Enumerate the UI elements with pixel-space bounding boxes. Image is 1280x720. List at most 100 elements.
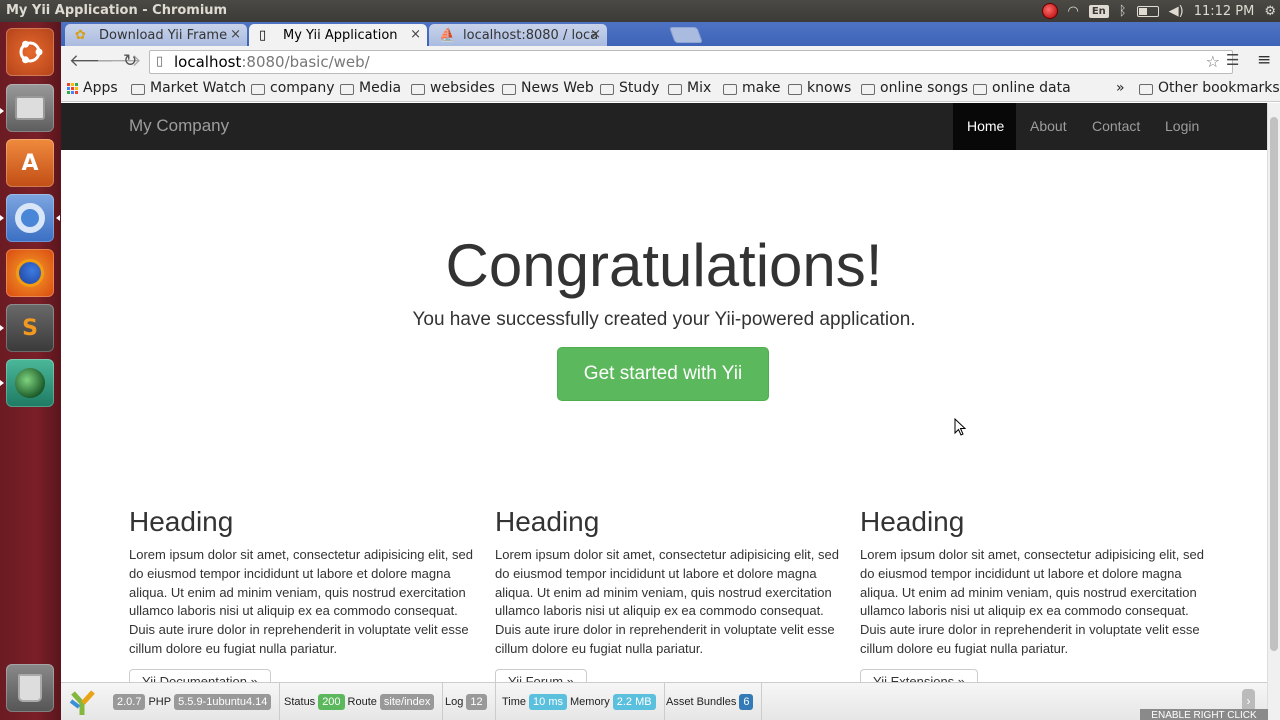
ubuntu-dash-icon[interactable] — [6, 28, 54, 76]
record-indicator-icon[interactable] — [1041, 3, 1058, 19]
content-column: Heading Lorem ipsum dolor sit amet, cons… — [495, 506, 840, 704]
folder-icon — [251, 83, 265, 95]
folder-icon — [411, 83, 425, 95]
memory-label: Memory — [570, 696, 610, 708]
trash-icon[interactable] — [6, 664, 54, 712]
bookmark-apps[interactable]: Apps — [67, 80, 118, 96]
content-column: Heading Lorem ipsum dolor sit amet, cons… — [860, 506, 1205, 704]
yii-favicon-icon: ✿ — [75, 28, 86, 43]
keyboard-layout-indicator[interactable]: En — [1088, 4, 1109, 18]
tab-title: My Yii Application — [283, 27, 398, 43]
debug-version-block[interactable]: 2.0.7 PHP 5.5.9-1ubuntu4.14 — [105, 683, 281, 720]
close-tab-icon[interactable]: × — [590, 27, 601, 42]
extension-icon[interactable]: ☰ — [1226, 51, 1239, 69]
bluetooth-icon[interactable]: ᛒ — [1119, 4, 1127, 19]
nav-about[interactable]: About — [1016, 103, 1081, 150]
bookmark-label: Study — [619, 80, 660, 96]
route-badge: site/index — [379, 694, 435, 710]
time-label: Time — [502, 696, 527, 708]
tab-localhost-phpmyadmin[interactable]: ⛵ localhost:8080 / loca × — [429, 24, 607, 46]
nav-contact[interactable]: Contact — [1078, 103, 1154, 150]
bookmark-folder[interactable]: Market Watch — [131, 80, 246, 96]
other-bookmarks[interactable]: Other bookmarks — [1139, 80, 1280, 96]
column-body: Lorem ipsum dolor sit amet, consectetur … — [129, 547, 473, 656]
firefox-icon[interactable] — [6, 249, 54, 297]
system-tray: ◠ En ᛒ ◀) 11:12 PM ⚙ — [1041, 0, 1276, 22]
yii-logo-icon[interactable] — [69, 689, 97, 717]
bookmark-folder[interactable]: make — [723, 80, 780, 96]
launcher: A S — [0, 22, 61, 720]
running-indicator — [0, 108, 4, 114]
close-tab-icon[interactable]: × — [230, 27, 241, 42]
php-label: PHP — [148, 696, 172, 708]
log-badge: 12 — [466, 694, 487, 710]
column-body: Lorem ipsum dolor sit amet, consectetur … — [495, 547, 839, 656]
folder-icon — [861, 83, 875, 95]
page-favicon-icon: ▯ — [259, 28, 267, 43]
yii-debug-toolbar: 2.0.7 PHP 5.5.9-1ubuntu4.14 Status 200 R… — [61, 682, 1267, 720]
time-badge: 10 ms — [529, 694, 568, 710]
bookmarks-overflow-button[interactable]: » — [1116, 80, 1125, 96]
site-brand[interactable]: My Company — [129, 116, 229, 136]
tab-strip: ✿ Download Yii Frame × ▯ My Yii Applicat… — [61, 22, 1280, 46]
clock[interactable]: 11:12 PM — [1194, 4, 1255, 19]
system-app-icon[interactable] — [6, 359, 54, 407]
bookmark-label: Mix — [687, 80, 712, 96]
tab-title: localhost:8080 / loca — [463, 27, 599, 43]
bookmark-label: Apps — [83, 80, 118, 96]
enable-right-click-overlay[interactable]: ENABLE RIGHT CLICK — [1140, 709, 1268, 720]
bookmark-label: Media — [359, 80, 402, 96]
nav-login[interactable]: Login — [1151, 103, 1213, 150]
folder-icon — [973, 83, 987, 95]
active-indicator — [56, 215, 60, 221]
close-tab-icon[interactable]: × — [410, 27, 421, 42]
column-heading: Heading — [129, 506, 234, 537]
address-bar[interactable]: ▯ localhost:8080/basic/web/ ☆ — [149, 50, 1233, 74]
wifi-icon[interactable]: ◠ — [1068, 4, 1079, 19]
page-scrollbar[interactable] — [1267, 103, 1280, 720]
bookmark-folder[interactable]: News Web — [502, 80, 594, 96]
bookmark-folder[interactable]: knows — [788, 80, 851, 96]
scrollbar-thumb[interactable] — [1270, 117, 1278, 651]
bookmark-folder[interactable]: Study — [600, 80, 659, 96]
column-heading: Heading — [495, 506, 600, 537]
screen: My Yii Application - Chromium ◠ En ᛒ ◀) … — [0, 0, 1280, 720]
bookmark-folder[interactable]: Mix — [668, 80, 711, 96]
hero-lead: You have successfully created your Yii-p… — [412, 309, 916, 330]
files-icon[interactable] — [6, 84, 54, 132]
bookmark-folder[interactable]: online songs — [861, 80, 968, 96]
running-indicator — [0, 325, 4, 331]
nav-home[interactable]: Home — [953, 103, 1016, 150]
gear-icon[interactable]: ⚙ — [1264, 4, 1276, 19]
debug-log-block[interactable]: Log 12 — [437, 683, 496, 720]
debug-assets-block[interactable]: Asset Bundles 6 — [658, 683, 763, 720]
column-heading: Heading — [860, 506, 965, 537]
bookmark-label: company — [270, 80, 335, 96]
debug-profiling-block[interactable]: Time 10 ms Memory 2.2 MB — [494, 683, 665, 720]
bookmark-star-icon[interactable]: ☆ — [1206, 52, 1220, 71]
folder-icon — [502, 83, 516, 95]
bookmark-folder[interactable]: websides — [411, 80, 495, 96]
get-started-button[interactable]: Get started with Yii — [557, 347, 769, 401]
debug-request-block[interactable]: Status 200 Route site/index — [276, 683, 444, 720]
bookmark-label: News Web — [521, 80, 594, 96]
bookmark-folder[interactable]: company — [251, 80, 335, 96]
content-column: Heading Lorem ipsum dolor sit amet, cons… — [129, 506, 474, 704]
menu-icon[interactable]: ≡ — [1257, 50, 1271, 70]
bookmark-folder[interactable]: Media — [340, 80, 401, 96]
assets-label: Asset Bundles — [666, 696, 737, 708]
volume-icon[interactable]: ◀) — [1169, 4, 1184, 19]
sublime-text-icon[interactable]: S — [6, 304, 54, 352]
battery-icon[interactable] — [1136, 5, 1159, 17]
php-version-label: 5.5.9-1ubuntu4.14 — [174, 694, 272, 710]
column-body: Lorem ipsum dolor sit amet, consectetur … — [860, 547, 1204, 656]
tab-my-yii-application[interactable]: ▯ My Yii Application × — [249, 24, 427, 46]
software-center-icon[interactable]: A — [6, 139, 54, 187]
new-tab-button[interactable] — [669, 27, 703, 43]
reload-icon[interactable]: ↻ — [123, 51, 137, 71]
tab-download-yii[interactable]: ✿ Download Yii Frame × — [65, 24, 247, 46]
phpmyadmin-favicon-icon: ⛵ — [439, 28, 456, 43]
chromium-icon[interactable] — [6, 194, 54, 242]
bookmark-folder[interactable]: online data — [973, 80, 1071, 96]
bookmark-label: make — [742, 80, 781, 96]
